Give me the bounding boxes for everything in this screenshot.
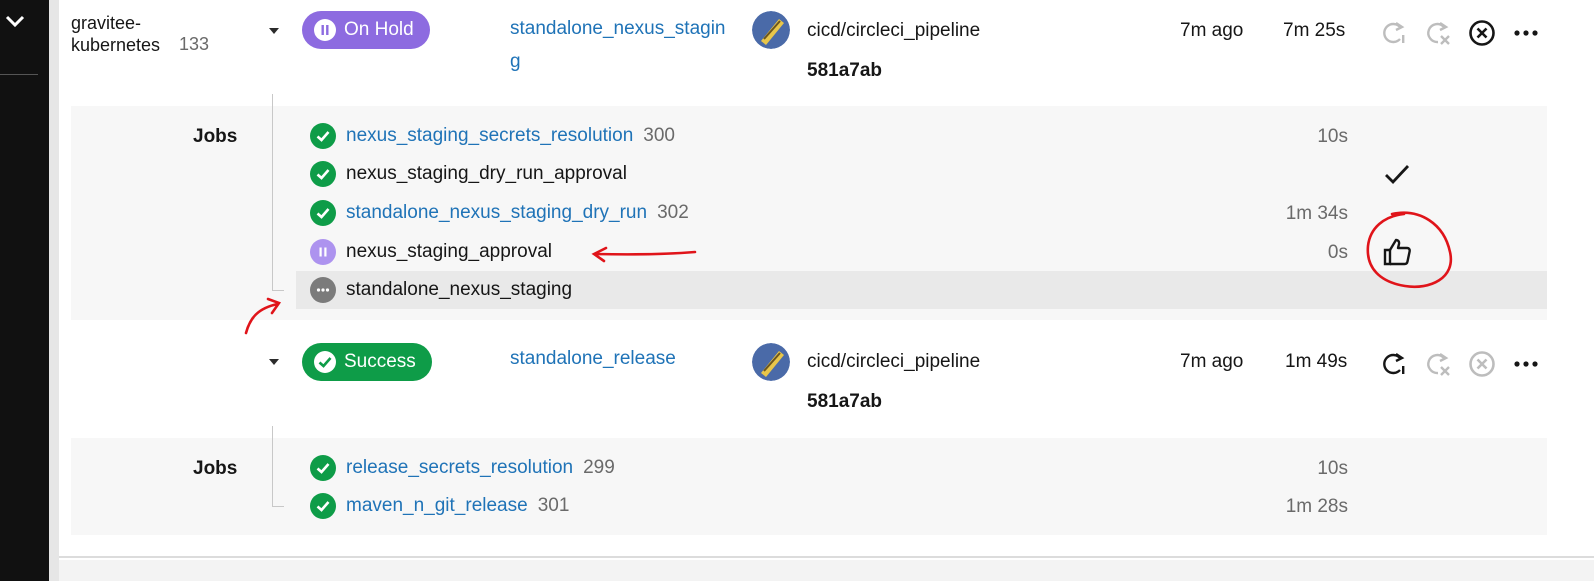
job-name-link[interactable]: release_secrets_resolution: [346, 457, 573, 479]
status-badge-success[interactable]: Success: [302, 343, 432, 381]
job-duration: 10s: [1317, 126, 1348, 147]
content-gutter: [49, 0, 59, 581]
job-row[interactable]: release_secrets_resolution 299: [296, 449, 1547, 487]
status-label: On Hold: [344, 19, 414, 40]
job-name: standalone_nexus_staging: [346, 279, 573, 300]
success-check-icon: [310, 161, 336, 187]
pending-ellipsis-icon: [310, 277, 336, 303]
pause-icon: [314, 19, 336, 41]
job-number: 302: [657, 202, 689, 223]
approved-check-icon: [1385, 165, 1410, 185]
job-row[interactable]: nexus_staging_dry_run_approval: [296, 155, 1547, 193]
success-check-icon: [310, 493, 336, 519]
duration: 1m 49s: [1285, 351, 1348, 372]
job-name-link[interactable]: nexus_staging_secrets_resolution: [346, 125, 633, 147]
pipeline-card: gravitee-kubernetes 133 On Hold standalo…: [59, 0, 1594, 558]
job-number: 300: [643, 125, 675, 146]
avatar: [752, 11, 790, 49]
status-label: Success: [344, 351, 416, 372]
rerun-failed-icon[interactable]: [1423, 18, 1453, 48]
on-hold-pause-icon: [310, 239, 336, 265]
job-row[interactable]: maven_n_git_release 301: [296, 487, 1547, 525]
job-name-link[interactable]: maven_n_git_release: [346, 495, 528, 517]
thumbs-up-icon[interactable]: [1381, 236, 1413, 268]
job-duration: 0s: [1327, 242, 1348, 263]
collapse-caret-icon[interactable]: [266, 23, 282, 39]
started-time: 7m ago: [1180, 20, 1244, 41]
job-name: nexus_staging_dry_run_approval: [346, 163, 627, 184]
tree-line: [272, 426, 273, 506]
commit-hash[interactable]: 581a7ab: [807, 60, 882, 82]
success-check-icon: [310, 200, 336, 226]
job-row[interactable]: standalone_nexus_staging_dry_run 302: [296, 194, 1547, 232]
duration: 7m 25s: [1283, 20, 1346, 41]
pipeline-number: 133: [179, 34, 210, 54]
avatar: [752, 343, 790, 381]
jobs-label: Jobs: [193, 458, 238, 479]
tree-branch: [272, 290, 284, 291]
rerun-icon[interactable]: [1379, 18, 1409, 48]
success-check-icon: [310, 455, 336, 481]
workflow-name-link[interactable]: standalone_release: [510, 342, 676, 375]
started-time: 7m ago: [1180, 351, 1244, 372]
job-number: 301: [537, 495, 570, 516]
next-card-edge: [59, 560, 1594, 581]
more-icon[interactable]: [1511, 18, 1541, 48]
job-duration: 10s: [1317, 458, 1348, 479]
job-duration: 1m 34s: [1285, 203, 1348, 224]
job-row[interactable]: nexus_staging_approval: [296, 233, 1547, 271]
sidebar-divider: [0, 74, 38, 75]
rerun-icon[interactable]: [1379, 349, 1409, 379]
tree-line: [272, 94, 273, 290]
chevron-down-icon[interactable]: [2, 8, 28, 34]
job-name-link[interactable]: standalone_nexus_staging_dry_run: [346, 202, 647, 224]
success-check-icon: [310, 123, 336, 149]
jobs-panel: Jobs nexus_staging_secrets_resolution 30…: [71, 94, 1547, 320]
status-badge-on-hold[interactable]: On Hold: [302, 11, 430, 49]
job-row[interactable]: standalone_nexus_staging: [296, 271, 1547, 309]
job-row[interactable]: nexus_staging_secrets_resolution 300: [296, 117, 1547, 155]
app-sidebar: [0, 0, 49, 581]
more-icon[interactable]: [1511, 349, 1541, 379]
trigger-source: cicd/circleci_pipeline: [807, 351, 981, 372]
rerun-failed-icon[interactable]: [1423, 349, 1453, 379]
success-check-icon: [314, 351, 336, 373]
cancel-icon[interactable]: [1467, 18, 1497, 48]
trigger-source: cicd/circleci_pipeline: [807, 20, 981, 41]
jobs-panel: Jobs release_secrets_resolution 299 10s …: [71, 426, 1547, 535]
tree-branch: [272, 506, 284, 507]
cancel-icon[interactable]: [1467, 349, 1497, 379]
job-number: 299: [583, 457, 615, 478]
job-name: nexus_staging_approval: [346, 241, 552, 262]
jobs-label: Jobs: [193, 126, 238, 147]
workflow-name-link[interactable]: standalone_nexus_staging: [510, 12, 735, 78]
collapse-caret-icon[interactable]: [266, 354, 282, 370]
project-name[interactable]: gravitee-kubernetes: [71, 12, 191, 56]
commit-hash[interactable]: 581a7ab: [807, 391, 882, 413]
job-duration: 1m 28s: [1285, 496, 1348, 517]
